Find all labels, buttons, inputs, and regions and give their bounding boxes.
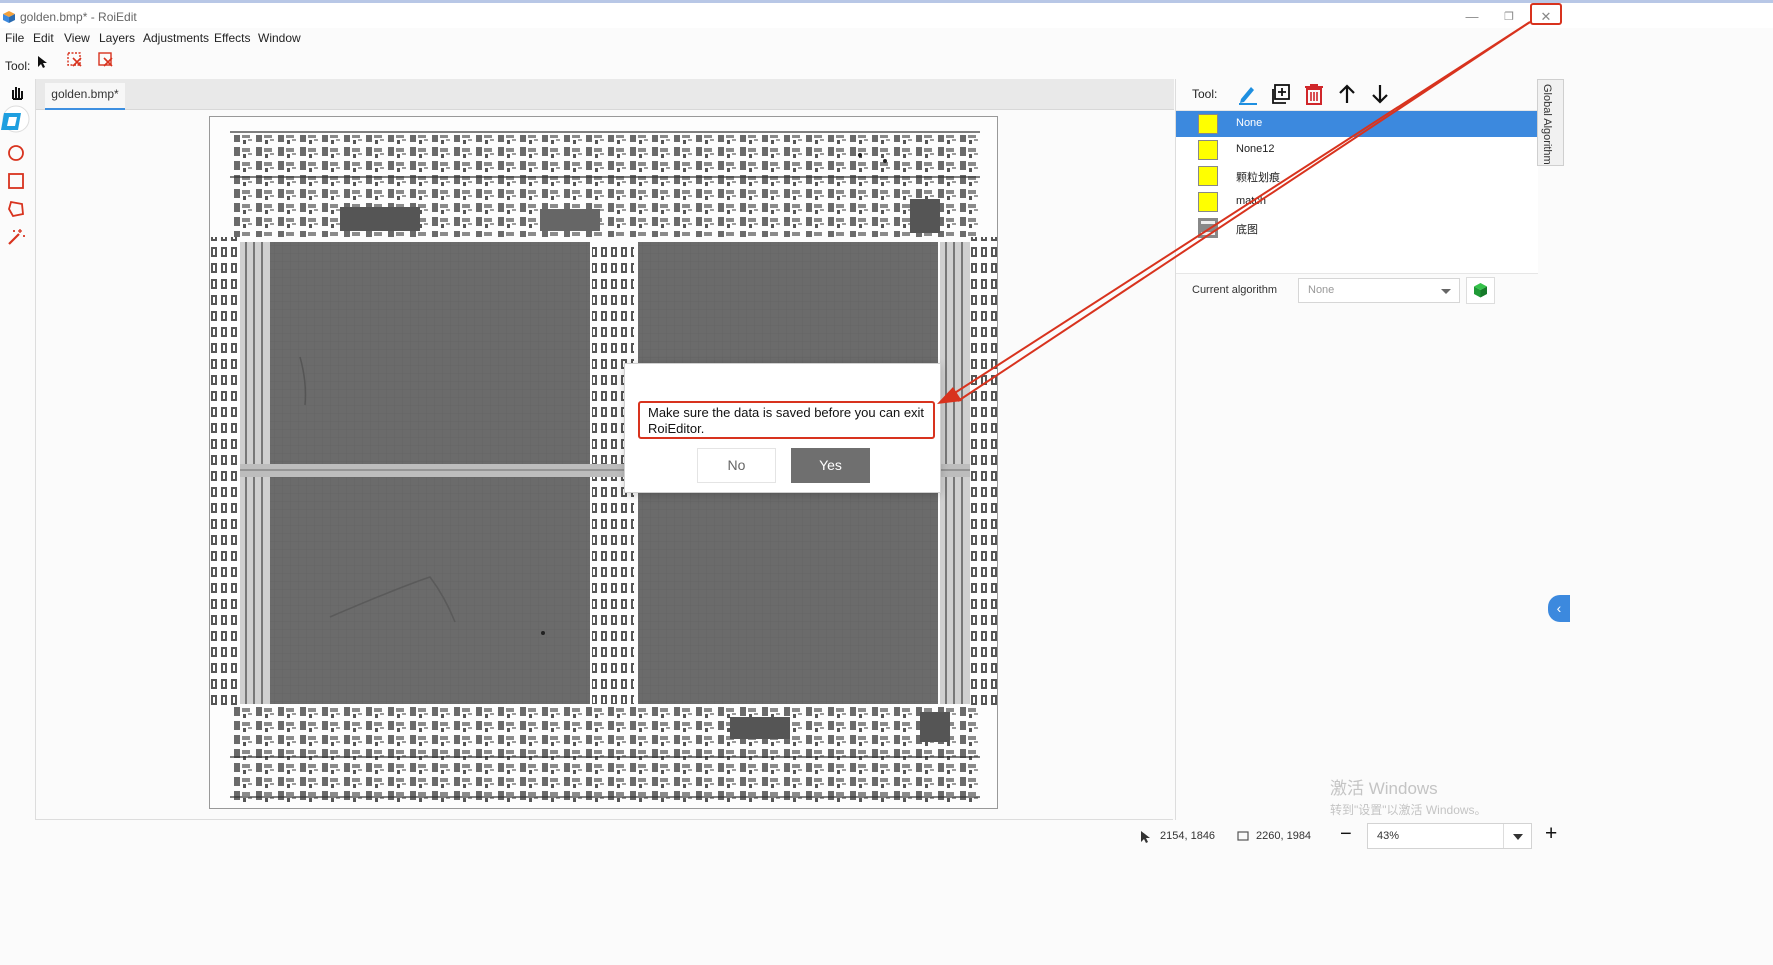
layer-name: None12 (1236, 143, 1275, 155)
zoom-in-button[interactable]: + (1545, 822, 1557, 846)
global-algorithm-label: Global Algorithm (1541, 84, 1553, 165)
menu-adjustments[interactable]: Adjustments (143, 31, 209, 45)
menu-view[interactable]: View (64, 31, 90, 45)
menu-effects[interactable]: Effects (214, 31, 250, 45)
close-button-highlight (1530, 3, 1562, 25)
ellipse-tool-icon[interactable] (5, 143, 27, 165)
magic-wand-icon[interactable] (5, 227, 27, 249)
move-layer-up-icon[interactable] (1335, 82, 1359, 106)
selection-size: 2260, 1984 (1256, 830, 1312, 842)
layer-name: None (1236, 117, 1263, 129)
layer-name: match (1236, 195, 1266, 207)
clear-all-icon[interactable] (98, 52, 114, 68)
panel-tool-label: Tool: (1192, 87, 1218, 101)
selection-tool-icon[interactable] (0, 104, 30, 134)
menu-file[interactable]: File (5, 31, 24, 45)
status-bar: 2154, 1846 2260, 1984 − 43% + (0, 821, 1773, 851)
activation-watermark: 激活 Windows 转到"设置"以激活 Windows。 (1330, 774, 1487, 818)
zoom-dropdown-button[interactable] (1503, 824, 1531, 848)
rectangle-tool-icon[interactable] (5, 171, 27, 193)
menu-layers[interactable]: Layers (99, 31, 135, 45)
delete-layer-icon[interactable] (1302, 82, 1326, 106)
current-algorithm-label: Current algorithm (1192, 284, 1277, 296)
edit-layer-icon[interactable] (1236, 82, 1260, 106)
window-title: golden.bmp* - RoiEdit (20, 10, 137, 24)
tool-label: Tool: (5, 59, 31, 73)
layers-panel: Tool: None None12 颗粒划痕 match 底图 Current … (1175, 79, 1538, 820)
zoom-field[interactable]: 43% (1367, 823, 1532, 849)
layer-name: 底图 (1236, 224, 1258, 236)
yes-button[interactable]: Yes (791, 448, 870, 483)
app-icon (3, 11, 15, 23)
layer-row[interactable]: 底图 (1176, 215, 1538, 241)
chevron-down-icon (1441, 289, 1451, 294)
current-algorithm-value: None (1308, 284, 1335, 296)
layer-row[interactable]: 颗粒划痕 (1176, 163, 1538, 189)
app-window: golden.bmp* - RoiEdit — ❐ ✕ File Edit Vi… (0, 0, 1773, 965)
no-button[interactable]: No (697, 448, 776, 483)
move-layer-down-icon[interactable] (1368, 82, 1392, 106)
watermark-line-2: 转到"设置"以激活 Windows。 (1330, 803, 1487, 817)
algorithm-settings-button[interactable] (1466, 277, 1495, 304)
cube-icon (1474, 283, 1487, 298)
clear-selection-icon[interactable] (67, 52, 83, 68)
restore-button[interactable]: ❐ (1497, 7, 1521, 27)
selection-size-icon (1237, 831, 1249, 841)
layer-list: None None12 颗粒划痕 match 底图 (1176, 110, 1538, 274)
minimize-button[interactable]: — (1460, 7, 1484, 27)
exit-confirmation-dialog: Make sure the data is saved before you c… (624, 363, 941, 493)
watermark-line-1: 激活 Windows (1330, 779, 1438, 798)
cursor-position-icon (1141, 831, 1150, 843)
chevron-down-icon (1513, 834, 1523, 840)
pointer-tool-icon[interactable] (37, 55, 49, 69)
global-algorithm-tab[interactable]: Global Algorithm (1537, 79, 1564, 166)
zoom-out-button[interactable]: − (1340, 823, 1352, 846)
layer-color-swatch (1198, 114, 1218, 134)
current-algorithm-select[interactable]: None (1298, 278, 1460, 303)
chevron-left-icon: ‹ (1556, 600, 1562, 616)
document-tab[interactable]: golden.bmp* (45, 83, 125, 110)
layer-thumbnail (1198, 218, 1218, 238)
layer-color-swatch (1198, 140, 1218, 160)
layer-name: 颗粒划痕 (1236, 172, 1280, 184)
menu-window[interactable]: Window (258, 31, 301, 45)
cursor-position: 2154, 1846 (1160, 830, 1216, 842)
document-tab-strip: golden.bmp* (36, 79, 1174, 110)
layer-row[interactable]: match (1176, 189, 1538, 215)
layer-row[interactable]: None (1176, 111, 1538, 137)
menu-edit[interactable]: Edit (33, 31, 54, 45)
toolbox (0, 85, 34, 285)
layer-row[interactable]: None12 (1176, 137, 1538, 163)
add-layer-icon[interactable] (1269, 82, 1293, 106)
dialog-message: Make sure the data is saved before you c… (638, 401, 935, 439)
layer-color-swatch (1198, 192, 1218, 212)
zoom-value: 43% (1377, 830, 1400, 842)
layer-color-swatch (1198, 166, 1218, 186)
polygon-tool-icon[interactable] (5, 199, 27, 221)
title-bar: golden.bmp* - RoiEdit — ❐ ✕ (0, 0, 1773, 28)
collapse-panel-button[interactable]: ‹ (1548, 595, 1570, 622)
